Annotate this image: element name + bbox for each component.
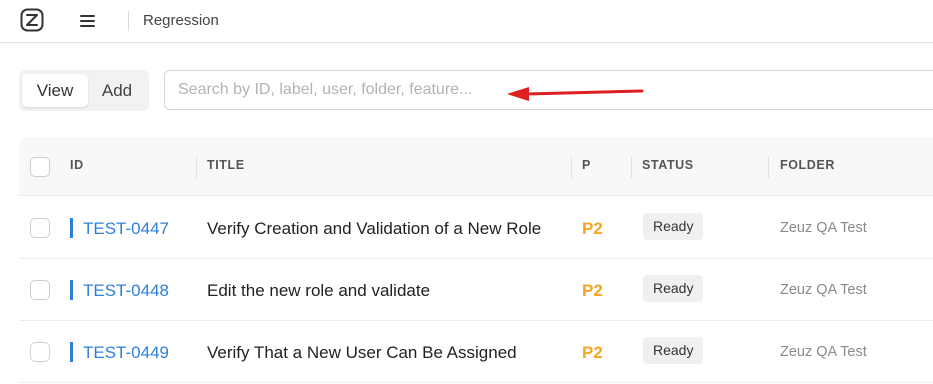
id-marker (70, 218, 73, 238)
logo-icon[interactable] (20, 8, 44, 32)
column-header-folder[interactable]: FOLDER (780, 158, 835, 172)
folder-name: Zeuz QA Test (780, 282, 867, 298)
column-separator (631, 156, 632, 178)
select-all-checkbox[interactable] (30, 157, 50, 177)
top-bar: Regression (0, 0, 933, 43)
column-separator (768, 156, 769, 178)
priority-label: P2 (582, 219, 603, 238)
column-separator (196, 156, 197, 178)
test-id-link[interactable]: TEST-0447 (83, 219, 169, 239)
status-badge: Ready (643, 337, 704, 364)
add-tab[interactable]: Add (89, 74, 145, 107)
header-divider (128, 11, 129, 31)
priority-label: P2 (582, 281, 603, 300)
test-title: Verify Creation and Validation of a New … (207, 219, 542, 238)
test-id-link[interactable]: TEST-0449 (83, 343, 169, 363)
column-header-status[interactable]: STATUS (642, 158, 694, 172)
column-header-title[interactable]: TITLE (207, 158, 245, 172)
test-title: Verify That a New User Can Be Assigned (207, 343, 517, 362)
view-tab[interactable]: View (22, 74, 88, 107)
status-badge: Ready (643, 213, 704, 240)
hamburger-menu-icon[interactable] (80, 12, 98, 28)
view-add-toggle: View Add (19, 70, 149, 111)
row-checkbox[interactable] (30, 218, 50, 238)
table-header: ID TITLE P STATUS FOLDER (19, 137, 933, 196)
table-row[interactable]: TEST-0448 Edit the new role and validate… (19, 259, 933, 321)
row-checkbox[interactable] (30, 342, 50, 362)
id-marker (70, 342, 73, 362)
status-badge: Ready (643, 275, 704, 302)
row-checkbox[interactable] (30, 280, 50, 300)
test-case-table: ID TITLE P STATUS FOLDER TEST-0447 Verif… (19, 137, 933, 384)
annotation-arrow-icon (507, 87, 644, 101)
test-id-link[interactable]: TEST-0448 (83, 281, 169, 301)
column-separator (571, 156, 572, 178)
priority-label: P2 (582, 343, 603, 362)
folder-name: Zeuz QA Test (780, 220, 867, 236)
column-header-priority[interactable]: P (582, 158, 591, 172)
column-header-id[interactable]: ID (70, 158, 84, 172)
folder-name: Zeuz QA Test (780, 344, 867, 360)
test-title: Edit the new role and validate (207, 281, 431, 300)
table-row[interactable]: TEST-0449 Verify That a New User Can Be … (19, 321, 933, 383)
table-row[interactable]: TEST-0447 Verify Creation and Validation… (19, 197, 933, 259)
breadcrumb: Regression (143, 12, 219, 29)
id-marker (70, 280, 73, 300)
